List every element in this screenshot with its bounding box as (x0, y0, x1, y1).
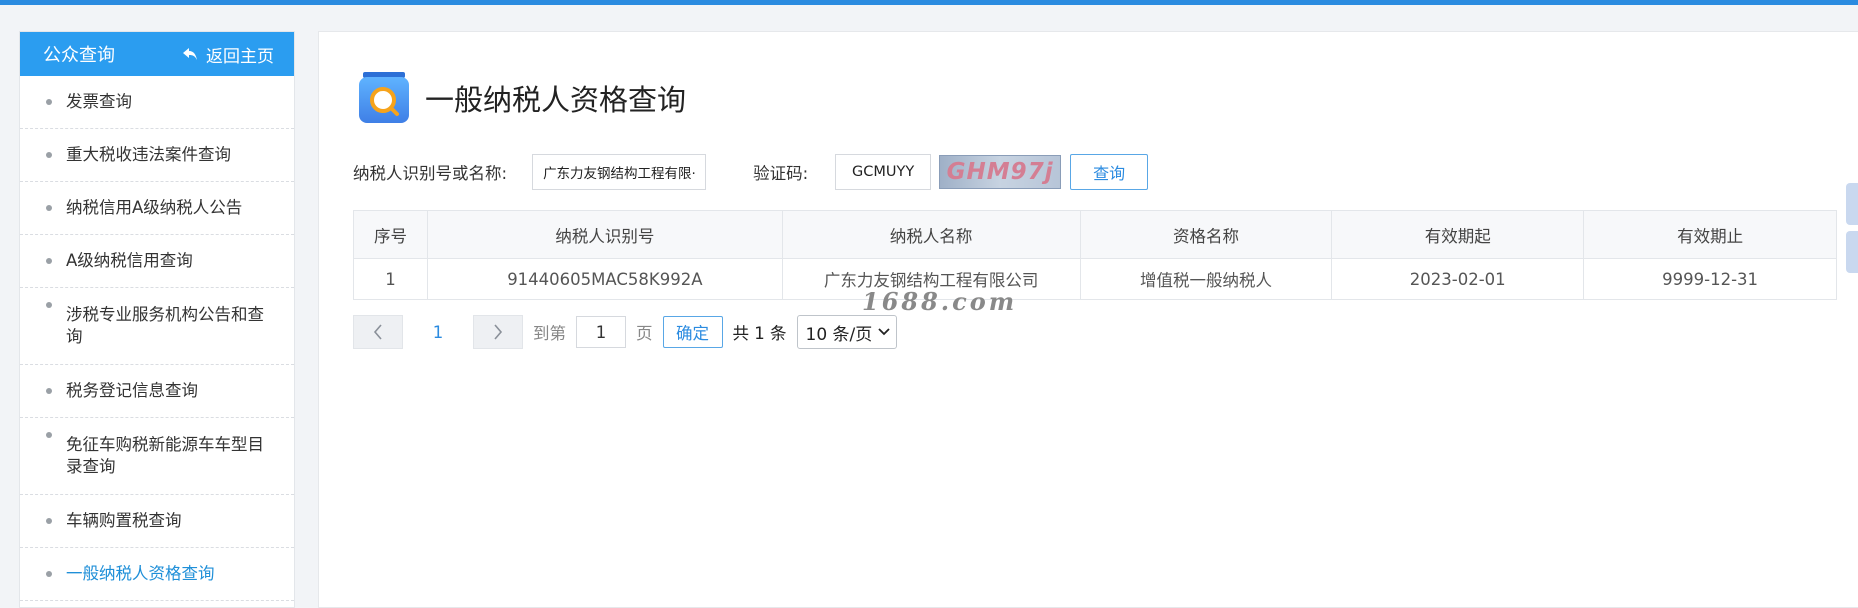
taxpayer-input-value: 广东力友钢结构工程有限· (543, 166, 696, 182)
sidebar-item-label: A级纳税信用查询 (66, 251, 193, 270)
back-home-label: 返回主页 (206, 46, 274, 67)
captcha-image[interactable]: GHM97j (939, 155, 1062, 189)
column-header: 有效期止 (1583, 210, 1837, 259)
taxpayer-label: 纳税人识别号或名称: (353, 164, 508, 183)
bullet-icon (46, 432, 52, 438)
sidebar: 公众查询 返回主页 发票查询 重大税收违法案件查询 纳税信用A级纳税人公告 A级… (19, 31, 295, 608)
back-arrow-icon (183, 48, 197, 60)
query-button[interactable]: 查询 (1070, 154, 1149, 190)
bullet-icon (46, 152, 52, 158)
query-button-label: 查询 (1093, 164, 1126, 183)
edge-float-tab[interactable] (1846, 231, 1858, 273)
sidebar-header: 公众查询 返回主页 (20, 32, 294, 76)
search-form: 纳税人识别号或名称: 广东力友钢结构工程有限· 验证码: GCMUYY GHM9… (353, 153, 1149, 191)
bullet-icon (46, 388, 52, 394)
sidebar-item-new-energy-vehicle-catalog[interactable]: 免征车购税新能源车车型目录查询 (20, 418, 294, 495)
sidebar-item-a-credit-notice[interactable]: 纳税信用A级纳税人公告 (20, 182, 294, 235)
captcha-input-value: GCMUYY (852, 164, 915, 180)
chevron-left-icon (373, 324, 382, 340)
table-row: 1 91440605MAC58K992A 广东力友钢结构工程有限公司 增值税一般… (353, 258, 1837, 300)
search-document-icon (359, 72, 409, 123)
goto-label: 到第 (533, 324, 566, 343)
bullet-icon (46, 518, 52, 524)
table-cell: 增值税一般纳税人 (1079, 258, 1333, 300)
taxpayer-input[interactable]: 广东力友钢结构工程有限· (532, 154, 707, 190)
column-header: 有效期起 (1331, 210, 1585, 259)
watermark-text: 1688.com (862, 287, 1018, 316)
total-count: 共 1 条 (732, 324, 787, 343)
bullet-icon (46, 302, 52, 308)
page-title: 一般纳税人资格查询 (425, 83, 687, 117)
captcha-input[interactable]: GCMUYY (835, 154, 932, 190)
bullet-icon (46, 258, 52, 264)
page-number-current[interactable]: 1 (403, 323, 473, 342)
column-header: 资格名称 (1079, 210, 1333, 259)
captcha-image-text: GHM97j (946, 159, 1054, 185)
column-header: 纳税人识别号 (426, 210, 783, 259)
goto-confirm-button[interactable]: 确定 (662, 316, 723, 348)
results-table: 序号 纳税人识别号 纳税人名称 资格名称 有效期起 有效期止 1 9144060… (353, 210, 1837, 300)
sidebar-item-label: 重大税收违法案件查询 (66, 145, 231, 164)
bullet-icon (46, 205, 52, 211)
sidebar-item-tax-registration-query[interactable]: 税务登记信息查询 (20, 365, 294, 418)
sidebar-menu: 发票查询 重大税收违法案件查询 纳税信用A级纳税人公告 A级纳税信用查询 涉税专… (20, 76, 294, 601)
sidebar-item-major-violation-query[interactable]: 重大税收违法案件查询 (20, 129, 294, 182)
bullet-icon (46, 99, 52, 105)
goto-page-input[interactable]: 1 (576, 316, 626, 348)
captcha-label: 验证码: (753, 164, 809, 183)
goto-confirm-label: 确定 (676, 324, 709, 343)
prev-page-button[interactable] (353, 315, 403, 349)
sidebar-item-tax-service-agency[interactable]: 涉税专业服务机构公告和查询 (20, 288, 294, 365)
page-header: 一般纳税人资格查询 (357, 71, 686, 125)
sidebar-item-label: 一般纳税人资格查询 (66, 564, 215, 583)
sidebar-item-label: 涉税专业服务机构公告和查询 (66, 305, 264, 346)
chevron-down-icon (877, 328, 890, 336)
table-cell: 1 (353, 258, 428, 300)
column-header: 序号 (353, 210, 428, 259)
back-home-link[interactable]: 返回主页 (182, 42, 274, 67)
sidebar-item-label: 发票查询 (66, 92, 132, 111)
sidebar-item-label: 纳税信用A级纳税人公告 (66, 198, 243, 217)
sidebar-item-vehicle-purchase-tax-query[interactable]: 车辆购置税查询 (20, 495, 294, 548)
sidebar-item-label: 免征车购税新能源车车型目录查询 (66, 435, 264, 476)
table-cell: 2023-02-01 (1331, 258, 1585, 300)
sidebar-item-general-taxpayer-query[interactable]: 一般纳税人资格查询 (20, 548, 294, 601)
page-suffix-label: 页 (636, 324, 653, 343)
sidebar-item-a-credit-query[interactable]: A级纳税信用查询 (20, 235, 294, 288)
chevron-right-icon (494, 324, 503, 340)
edge-float-tab[interactable] (1846, 183, 1858, 225)
column-header: 纳税人名称 (781, 210, 1081, 259)
table-header-row: 序号 纳税人识别号 纳税人名称 资格名称 有效期起 有效期止 (353, 210, 1837, 259)
pagination: 1 到第 1 页 确定 共 1 条 10 条/页 (353, 315, 897, 349)
goto-page-value: 1 (595, 322, 607, 342)
top-accent-bar (0, 0, 1858, 5)
sidebar-item-label: 车辆购置税查询 (66, 511, 182, 530)
sidebar-title: 公众查询 (43, 45, 115, 66)
sidebar-item-label: 税务登记信息查询 (66, 381, 198, 400)
table-cell: 9999-12-31 (1583, 258, 1837, 300)
page-size-value: 10 条/页 (805, 324, 873, 345)
next-page-button[interactable] (473, 315, 523, 349)
page-size-select[interactable]: 10 条/页 (796, 315, 897, 349)
table-cell: 91440605MAC58K992A (426, 258, 783, 300)
sidebar-item-invoice-query[interactable]: 发票查询 (20, 76, 294, 129)
main-panel: 一般纳税人资格查询 纳税人识别号或名称: 广东力友钢结构工程有限· 验证码: G… (318, 31, 1858, 608)
bullet-icon (46, 571, 52, 577)
